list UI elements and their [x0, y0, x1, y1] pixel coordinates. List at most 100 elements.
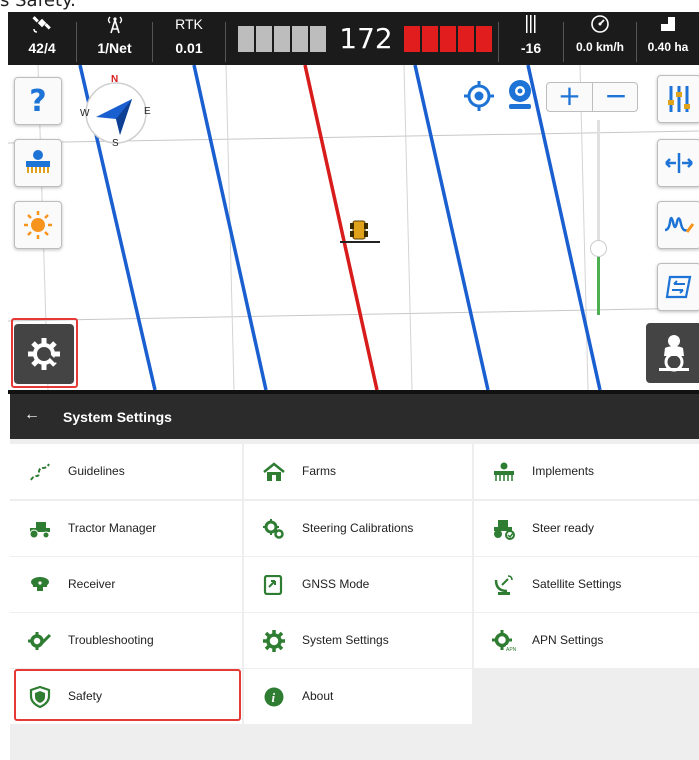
auto-steer-button[interactable]	[646, 323, 699, 383]
settings-item-system-settings[interactable]: System Settings	[244, 613, 472, 668]
steer-ready-icon	[492, 518, 516, 540]
curve-icon	[664, 216, 695, 233]
settings-item-implements[interactable]: Implements	[474, 444, 699, 499]
compass-east: E	[144, 106, 151, 117]
guideline-blue	[192, 65, 268, 390]
tractor-marker	[340, 220, 380, 243]
lightbar-right-segment	[404, 26, 420, 52]
sun-icon	[24, 211, 52, 239]
app-root: s Safety. 42/4 1/Net RTK 0.01 172 -16 0.…	[0, 0, 699, 760]
speed-readout[interactable]: 0.0 km/h	[564, 12, 636, 65]
steering-angle[interactable]: -16	[499, 12, 563, 65]
lightbar-left-segment	[274, 26, 290, 52]
compass-west: W	[80, 108, 90, 119]
satellite-icon	[8, 14, 76, 34]
zoom-slider-fill	[597, 250, 600, 315]
safety-highlight	[14, 669, 241, 721]
caption-label: s Safety.	[0, 0, 76, 11]
compass[interactable]: N S E W	[80, 74, 152, 149]
svg-text:i: i	[272, 690, 276, 705]
steering-calibration-icon	[262, 518, 286, 540]
swap-icon	[665, 275, 692, 299]
layers-button[interactable]	[657, 75, 699, 123]
signal-tower-icon	[77, 14, 152, 34]
lightbar-left-segment	[238, 26, 254, 52]
day-night-button[interactable]	[14, 201, 62, 249]
area-icon	[637, 14, 699, 34]
implement-button[interactable]	[14, 139, 62, 187]
settings-item-label: Steering Calibrations	[302, 521, 414, 535]
area-readout[interactable]: 0.40 ha	[637, 12, 699, 65]
settings-item-label: Guidelines	[68, 464, 125, 478]
camera-button[interactable]	[505, 79, 535, 111]
webcam-icon	[509, 80, 531, 109]
svg-text:APN: APN	[506, 647, 516, 652]
receiver-icon	[28, 574, 52, 596]
settings-item-steer-ready[interactable]: Steer ready	[474, 501, 699, 556]
page-title: System Settings	[63, 409, 172, 425]
panel-header: ← System Settings	[10, 394, 699, 439]
shift-line-button[interactable]	[657, 139, 699, 187]
satellite-count-value: 42/4	[28, 40, 56, 56]
grid-line	[403, 65, 413, 390]
settings-item-label: About	[302, 689, 334, 703]
settings-highlight	[11, 318, 78, 388]
settings-item-farms[interactable]: Farms	[244, 444, 472, 499]
driver-icon	[659, 335, 689, 372]
satellite-settings-icon	[492, 574, 516, 596]
zoom-out-button[interactable]: −	[593, 82, 639, 111]
steering-angle-icon	[499, 14, 563, 34]
signal-value: 1/Net	[97, 40, 132, 56]
zoom-slider-handle[interactable]	[590, 240, 607, 257]
status-bar: 42/4 1/Net RTK 0.01 172 -16 0.0 km/h 0.4…	[8, 12, 699, 65]
steering-angle-value: -16	[520, 40, 542, 56]
rtk-value: 0.01	[175, 40, 203, 56]
settings-item-label: System Settings	[302, 633, 389, 647]
area-value: 0.40 ha	[647, 40, 689, 54]
settings-item-guidelines[interactable]: Guidelines	[10, 444, 242, 499]
lightbar-left-segment	[256, 26, 272, 52]
settings-item-troubleshooting[interactable]: Troubleshooting	[10, 613, 242, 668]
settings-item-tractor-manager[interactable]: Tractor Manager	[10, 501, 242, 556]
back-arrow-icon[interactable]: ←	[24, 406, 40, 424]
lightbar-right-segment	[440, 26, 456, 52]
help-button[interactable]: ?	[14, 77, 62, 125]
implement-icon	[492, 461, 516, 483]
settings-item-satellite-settings[interactable]: Satellite Settings	[474, 557, 699, 612]
lightbar-offset: 172	[339, 22, 393, 55]
curve-line-button[interactable]	[657, 201, 699, 249]
switch-line-button[interactable]	[657, 263, 699, 311]
status-divider	[225, 22, 226, 62]
settings-item-label: GNSS Mode	[302, 577, 370, 591]
lightbar-left-segment	[310, 26, 326, 52]
guidelines-icon	[28, 461, 52, 483]
settings-item-label: Troubleshooting	[68, 633, 154, 647]
settings-item-label: Receiver	[68, 577, 116, 591]
rtk-status[interactable]: RTK 0.01	[153, 12, 225, 65]
settings-item-steering-calibrations[interactable]: Steering Calibrations	[244, 501, 472, 556]
satellite-count[interactable]: 42/4	[8, 12, 76, 65]
settings-item-label: Implements	[532, 464, 595, 478]
settings-item-label: Tractor Manager	[68, 521, 157, 535]
signal-status[interactable]: 1/Net	[77, 12, 152, 65]
sliders-icon	[668, 86, 690, 112]
compass-north: N	[111, 74, 119, 85]
tractor-icon	[28, 518, 52, 540]
grid-line	[579, 65, 589, 390]
help-icon: ?	[29, 83, 47, 119]
settings-item-gnss-mode[interactable]: GNSS Mode	[244, 557, 472, 612]
speedometer-icon	[564, 14, 636, 34]
locate-button[interactable]	[464, 81, 494, 111]
settings-item-label: Farms	[302, 464, 336, 478]
settings-item-receiver[interactable]: Receiver	[10, 557, 242, 612]
settings-item-label: APN Settings	[532, 633, 604, 647]
about-icon: i	[262, 686, 286, 708]
lightbar-right-segment	[422, 26, 438, 52]
map-view[interactable]: N S E W ? + −	[8, 65, 699, 390]
settings-item-about[interactable]: i About	[244, 669, 472, 724]
speed-value: 0.0 km/h	[575, 40, 625, 54]
zoom-control: + −	[546, 82, 638, 112]
settings-item-apn-settings[interactable]: APN APN Settings	[474, 613, 699, 668]
zoom-in-button[interactable]: +	[547, 82, 593, 111]
zoom-slider-track[interactable]	[597, 120, 600, 250]
